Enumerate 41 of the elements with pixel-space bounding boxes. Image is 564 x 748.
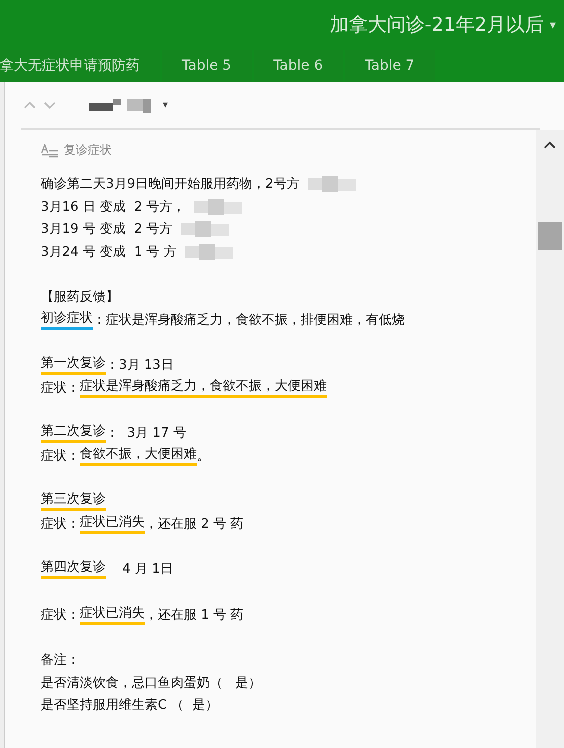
underlined-text: 症状是浑身酸痛乏力，食欲不振，大便困难 bbox=[80, 378, 327, 398]
underlined-text: 症状已消失 bbox=[80, 514, 145, 534]
long-text-field-icon bbox=[41, 144, 59, 158]
note-text: 症状： bbox=[41, 606, 80, 624]
table-tab[interactable]: Table 5 bbox=[162, 50, 252, 82]
table-tab[interactable]: 拿大无症状申请预防药 bbox=[0, 50, 160, 82]
underlined-text: 第一次复诊 bbox=[41, 355, 106, 376]
underlined-text: 第四次复诊 bbox=[41, 559, 106, 580]
note-text: 3月19 号 变成 2 号方 bbox=[41, 221, 173, 238]
scroll-thumb[interactable] bbox=[538, 222, 562, 250]
field-label: 复诊症状 bbox=[64, 142, 112, 159]
note-text: ： 3月 17 号 bbox=[106, 425, 186, 442]
note-text: 4 月 1日 bbox=[122, 561, 174, 578]
note-text: 【服药反馈】 bbox=[41, 289, 119, 306]
base-title[interactable]: 加拿大问诊-21年2月以后 bbox=[330, 12, 544, 38]
chevron-up-icon[interactable] bbox=[543, 140, 557, 150]
note-text: 症状： bbox=[41, 516, 80, 533]
note-text: 。 bbox=[197, 448, 210, 465]
note-text: 是否清淡饮食，忌口鱼肉蛋奶（ 是） bbox=[41, 674, 262, 692]
underlined-text: 第三次复诊 bbox=[41, 491, 106, 512]
table-tab[interactable]: Table 7 bbox=[345, 50, 435, 82]
note-text: ：症状是浑身酸痛乏力，食欲不振，排便困难，有低烧 bbox=[93, 312, 405, 329]
underlined-text: 初诊症状 bbox=[41, 310, 93, 330]
note-text: ：3月 13日 bbox=[106, 357, 174, 374]
caret-icon[interactable]: ▾ bbox=[163, 100, 168, 110]
underlined-text: 第二次复诊 bbox=[41, 423, 106, 444]
scrollbar[interactable] bbox=[536, 130, 564, 748]
note-text: 症状： bbox=[41, 448, 80, 465]
caret-icon[interactable]: ▾ bbox=[550, 18, 556, 32]
note-text: 3月24 号 变成 1 号 方 bbox=[41, 244, 177, 261]
note-text: 备注： bbox=[41, 652, 80, 670]
table-tab[interactable]: Table 6 bbox=[254, 50, 344, 82]
underlined-text: 症状已消失 bbox=[80, 604, 145, 625]
note-text: 3月16 日 变成 2 号方， bbox=[41, 198, 186, 216]
note-text: ，还在服 2 号 药 bbox=[145, 516, 244, 533]
chevron-down-icon[interactable] bbox=[43, 100, 57, 110]
underlined-text: 食欲不振，大便困难 bbox=[80, 446, 197, 466]
note-text: 确诊第二天3月9日晚间开始服用药物，2号方 bbox=[41, 176, 300, 194]
note-text: 是否坚持服用维生素C （ 是） bbox=[41, 697, 218, 714]
note-text: 症状： bbox=[41, 380, 80, 397]
note-text: ，还在服 1 号 药 bbox=[145, 606, 244, 624]
